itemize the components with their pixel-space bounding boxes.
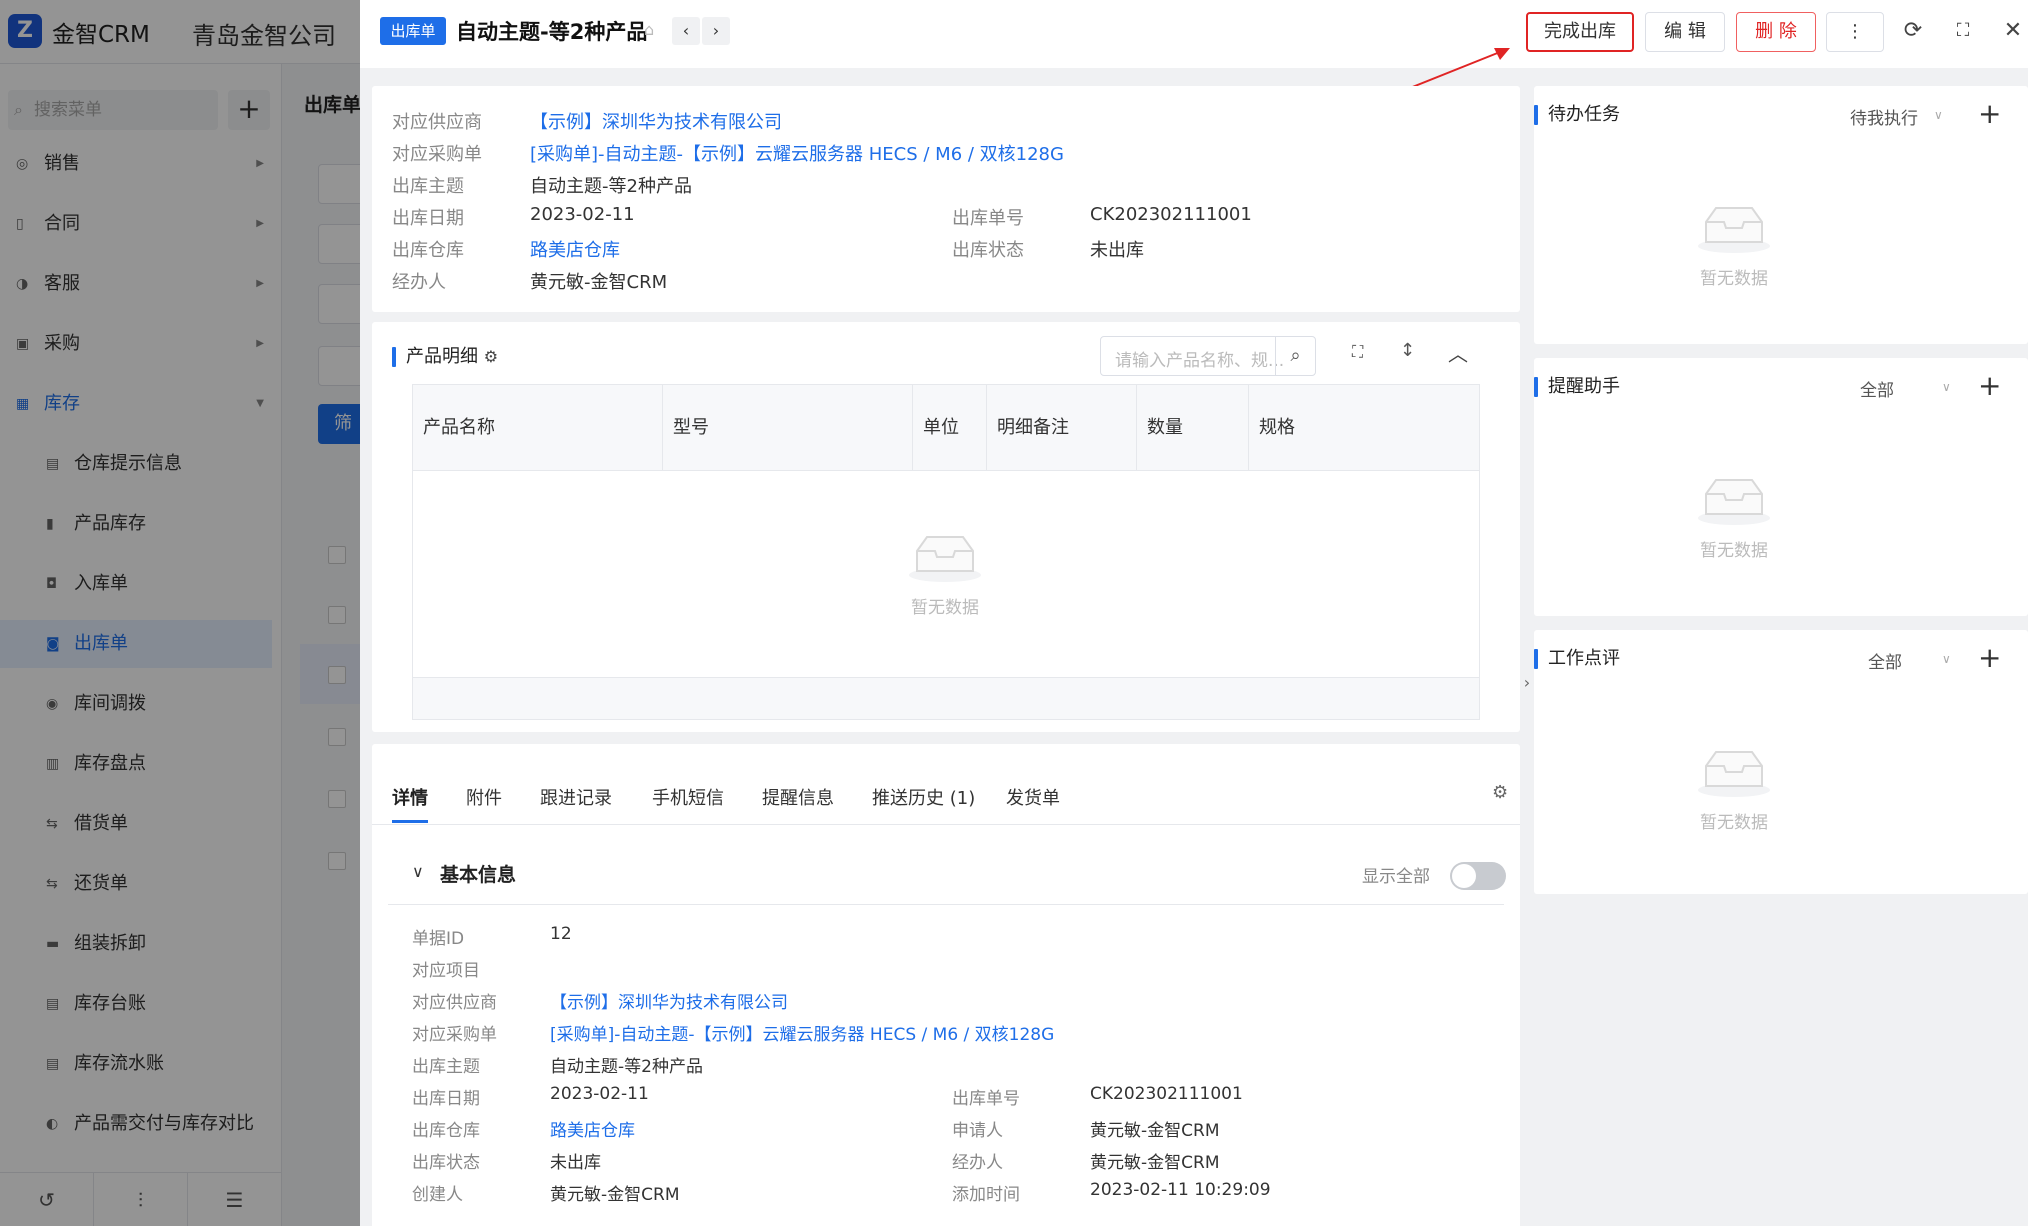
column-header[interactable]: 型号 [663, 385, 913, 471]
table-header: 产品名称 型号 单位 明细备注 数量 规格 [413, 385, 1479, 471]
products-table: 产品名称 型号 单位 明细备注 数量 规格 暂无数据 [412, 384, 1480, 720]
review-title: 工作点评 [1534, 648, 1620, 670]
resize-vertical-icon[interactable]: ↕ [1400, 340, 1415, 361]
warehouse-link[interactable]: 路美店仓库 [550, 1116, 635, 1141]
chevron-right-icon[interactable]: › [1520, 668, 1534, 698]
field-label: 单据ID [412, 929, 465, 949]
section-divider [388, 904, 1504, 905]
chevron-down-icon[interactable]: ∨ [1942, 380, 1951, 394]
empty-text: 暂无数据 [1700, 813, 1768, 833]
column-header[interactable]: 明细备注 [987, 385, 1137, 471]
chevron-down-icon[interactable]: ∨ [1934, 108, 1943, 122]
handler-value: 黄元敏-金智CRM [530, 272, 668, 293]
status-value: 未出库 [550, 1153, 601, 1173]
tab-followups[interactable]: 跟进记录 [540, 784, 612, 810]
settings-icon[interactable]: ⚙ [484, 347, 498, 366]
applicant-value: 黄元敏-金智CRM [1090, 1121, 1220, 1141]
field-label: 出库状态 [412, 1153, 480, 1173]
product-search-input[interactable]: 请输入产品名称、规... ⌕ [1100, 336, 1316, 376]
column-header[interactable]: 单位 [913, 385, 987, 471]
purchase-order-link[interactable]: [采购单]-自动主题-【示例】云耀云服务器 HECS / M6 / 双核128G [530, 140, 1064, 166]
tab-attachments[interactable]: 附件 [466, 784, 502, 810]
table-footer [413, 677, 1479, 719]
expand-icon[interactable]: ⛶ [1352, 342, 1363, 362]
column-header[interactable]: 规格 [1249, 385, 1479, 471]
empty-text: 暂无数据 [1700, 269, 1768, 289]
field-label: 出库仓库 [412, 1121, 480, 1141]
creator-value: 黄元敏-金智CRM [550, 1185, 680, 1205]
supplier-link[interactable]: 【示例】深圳华为技术有限公司 [550, 988, 788, 1013]
column-header[interactable]: 数量 [1137, 385, 1249, 471]
review-filter-select[interactable]: 全部 [1868, 648, 1902, 673]
empty-box-icon [1698, 479, 1770, 525]
field-label: 申请人 [952, 1121, 1003, 1141]
field-label: 出库日期 [392, 208, 464, 229]
search-icon[interactable]: ⌕ [1275, 337, 1315, 375]
show-all-label: 显示全部 [1362, 867, 1430, 887]
field-label: 出库状态 [952, 240, 1024, 261]
field-label: 经办人 [952, 1153, 1003, 1173]
field-label: 出库主题 [412, 1057, 480, 1077]
chevron-up-icon[interactable]: ︿ [1448, 338, 1468, 367]
chevron-down-icon[interactable]: ∨ [1942, 652, 1951, 666]
column-header[interactable]: 产品名称 [413, 385, 663, 471]
tab-shipments[interactable]: 发货单 [1006, 784, 1060, 810]
field-label: 添加时间 [952, 1185, 1020, 1205]
basic-info-title: 基本信息 [440, 864, 517, 886]
field-label: 出库日期 [412, 1089, 480, 1109]
date-value: 2023-02-11 [530, 204, 635, 225]
empty-box-icon [1698, 207, 1770, 253]
chevron-down-icon[interactable]: ∨ [412, 862, 424, 881]
add-reminder-button[interactable]: + [1978, 372, 2001, 400]
subject-value: 自动主题-等2种产品 [530, 176, 692, 197]
id-value: 12 [550, 924, 572, 944]
empty-box-icon [1698, 751, 1770, 797]
supplier-link[interactable]: 【示例】深圳华为技术有限公司 [530, 108, 782, 134]
review-panel: 工作点评 全部 ∨ + 暂无数据 [1534, 630, 2028, 894]
add-todo-button[interactable]: + [1978, 100, 2001, 128]
empty-text: 暂无数据 [911, 598, 979, 618]
field-label: 创建人 [412, 1185, 463, 1205]
subject-value: 自动主题-等2种产品 [550, 1057, 703, 1077]
todo-filter-select[interactable]: 待我执行 [1850, 104, 1918, 129]
show-all-toggle[interactable] [1450, 862, 1506, 890]
modal-overlay[interactable] [0, 0, 360, 1226]
settings-icon[interactable]: ⚙ [1492, 782, 1508, 803]
status-value: 未出库 [1090, 240, 1144, 261]
tab-reminders[interactable]: 提醒信息 [762, 784, 834, 810]
date-value: 2023-02-11 [550, 1084, 649, 1104]
tab-push-history[interactable]: 推送历史 (1) [872, 784, 975, 810]
products-title: 产品明细 ⚙ [392, 346, 498, 368]
tab-divider [372, 824, 1520, 825]
reminder-title: 提醒助手 [1534, 376, 1620, 398]
empty-text: 暂无数据 [1700, 541, 1768, 561]
field-label: 对应采购单 [412, 1025, 497, 1045]
field-label: 出库单号 [952, 208, 1024, 229]
field-label: 对应供应商 [392, 112, 482, 133]
add-review-button[interactable]: + [1978, 644, 2001, 672]
todo-title: 待办任务 [1534, 104, 1620, 126]
empty-box-icon [909, 536, 981, 582]
summary-card: 对应供应商 【示例】深圳华为技术有限公司 对应采购单 [采购单]-自动主题-【示… [372, 86, 1520, 312]
detail-drawer: 出库单 自动主题-等2种产品 ⌂ ‹ › 完成出库 编 辑 删 除 ⋮ ⟳ ⛶ … [360, 0, 2028, 1226]
number-value: CK202302111001 [1090, 204, 1252, 225]
todo-panel: 待办任务 待我执行 ∨ + 暂无数据 [1534, 86, 2028, 344]
field-label: 出库主题 [392, 176, 464, 197]
field-label: 对应采购单 [392, 144, 482, 165]
field-label: 对应项目 [412, 961, 480, 981]
reminder-filter-select[interactable]: 全部 [1860, 376, 1894, 401]
tab-sms[interactable]: 手机短信 [652, 784, 724, 810]
number-value: CK202302111001 [1090, 1084, 1243, 1104]
purchase-order-link[interactable]: [采购单]-自动主题-【示例】云耀云服务器 HECS / M6 / 双核128G [550, 1020, 1054, 1045]
added-time-value: 2023-02-11 10:29:09 [1090, 1180, 1271, 1200]
field-label: 对应供应商 [412, 993, 497, 1013]
field-label: 出库单号 [952, 1089, 1020, 1109]
field-label: 经办人 [392, 272, 446, 293]
tab-details[interactable]: 详情 [392, 784, 428, 823]
reminder-panel: 提醒助手 全部 ∨ + 暂无数据 [1534, 358, 2028, 616]
details-card: ⚙ ∨ 基本信息 显示全部 [372, 744, 1520, 1226]
field-label: 出库仓库 [392, 240, 464, 261]
handler-value: 黄元敏-金智CRM [1090, 1153, 1220, 1173]
warehouse-link[interactable]: 路美店仓库 [530, 236, 620, 262]
